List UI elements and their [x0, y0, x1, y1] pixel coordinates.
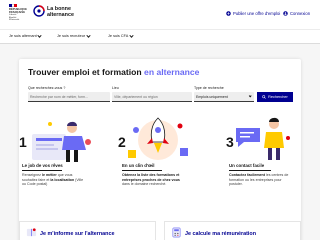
where-placeholder: Ville, département ou région: [114, 95, 158, 99]
type-select-value: Emplois uniquement: [196, 95, 228, 99]
info-book-icon: [26, 228, 37, 237]
chevron-down-icon: [85, 33, 91, 38]
step-2-number: 2: [118, 134, 126, 150]
la-bonne-alternance-logo-icon[interactable]: [33, 5, 45, 17]
remuneration-card[interactable]: Je calcule ma rémunération: [164, 221, 301, 240]
nav-item-label: Je suis alternant: [9, 34, 37, 38]
main-navigation: Je suis alternant Je suis recruteur Je s…: [0, 29, 320, 44]
remuneration-title: Je calcule ma rémunération: [185, 231, 257, 237]
info-alternance-title: Je m'informe sur l'alternance: [40, 231, 115, 237]
info-alternance-card[interactable]: Je m'informe sur l'alternance: [19, 221, 156, 240]
nav-item-recruteur[interactable]: Je suis recruteur: [57, 33, 91, 38]
step-3-title: Un contact facile: [229, 163, 265, 168]
type-label: Type de recherche: [194, 86, 224, 90]
where-input[interactable]: Ville, département ou région: [112, 92, 192, 102]
page-title-accent: en alternance: [144, 67, 200, 77]
step-3-number: 3: [226, 134, 234, 150]
nav-item-label: Je suis CFA: [108, 34, 129, 38]
job-search-illustration: [32, 121, 91, 162]
chevron-down-icon: [37, 33, 42, 38]
step-1-title: Le job de vos rêves: [22, 163, 63, 168]
contact-illustration: [236, 117, 290, 160]
chevron-down-icon: [248, 94, 252, 98]
what-input[interactable]: Recherche par nom de métier, form...: [28, 92, 110, 102]
chevron-down-icon: [129, 33, 134, 38]
step-1-number: 1: [19, 134, 27, 150]
step-2-title: En un clin d'œil: [122, 163, 155, 168]
search-button[interactable]: Rechercher: [257, 92, 293, 102]
search-button-label: Rechercher: [268, 95, 288, 99]
republique-francaise-logo[interactable]: RÉPUBLIQUE FRANÇAISE Liberté Égalité Fra…: [9, 4, 33, 26]
connexion-label: Connexion: [290, 11, 311, 16]
step-2-underline: [122, 170, 162, 171]
motto-fraternite: Fraternité: [9, 19, 20, 21]
add-circle-icon: [226, 11, 231, 16]
step-3-underline: [229, 170, 271, 171]
french-flag-icon: [9, 4, 18, 7]
step-1-underline: [22, 170, 62, 171]
page-title-main: Trouver emploi et formation: [28, 67, 142, 77]
user-circle-icon: [283, 11, 288, 16]
publish-offer-link[interactable]: Publier une offre d'emploi: [226, 11, 280, 16]
search-icon: [262, 95, 266, 99]
page-title: Trouver emploi et formation en alternanc…: [28, 67, 199, 77]
where-label: Lieu: [112, 86, 119, 90]
type-select[interactable]: Emplois uniquement: [194, 92, 254, 102]
what-label: Que recherchez-vous ?: [28, 86, 66, 90]
rocket-illustration: [128, 117, 188, 160]
publish-offer-label: Publier une offre d'emploi: [233, 11, 281, 16]
connexion-link[interactable]: Connexion: [283, 11, 310, 16]
brand-line-2: alternance: [47, 12, 74, 18]
nav-item-cfa[interactable]: Je suis CFA: [108, 33, 134, 38]
brand-name[interactable]: La bonne alternance: [47, 6, 74, 18]
step-1-text: Renseignez le métier que vous souhaitez …: [22, 173, 84, 187]
site-header: RÉPUBLIQUE FRANÇAISE Liberté Égalité Fra…: [0, 0, 320, 29]
what-placeholder: Recherche par nom de métier, form...: [30, 95, 88, 99]
nav-item-label: Je suis recruteur: [57, 34, 86, 38]
nav-item-alternant[interactable]: Je suis alternant: [9, 33, 42, 38]
step-3-text: Contactez facilement les centres de form…: [229, 173, 289, 187]
step-2-text: Obtenez la liste des formations et entre…: [122, 173, 180, 187]
calculator-icon: [172, 227, 181, 238]
